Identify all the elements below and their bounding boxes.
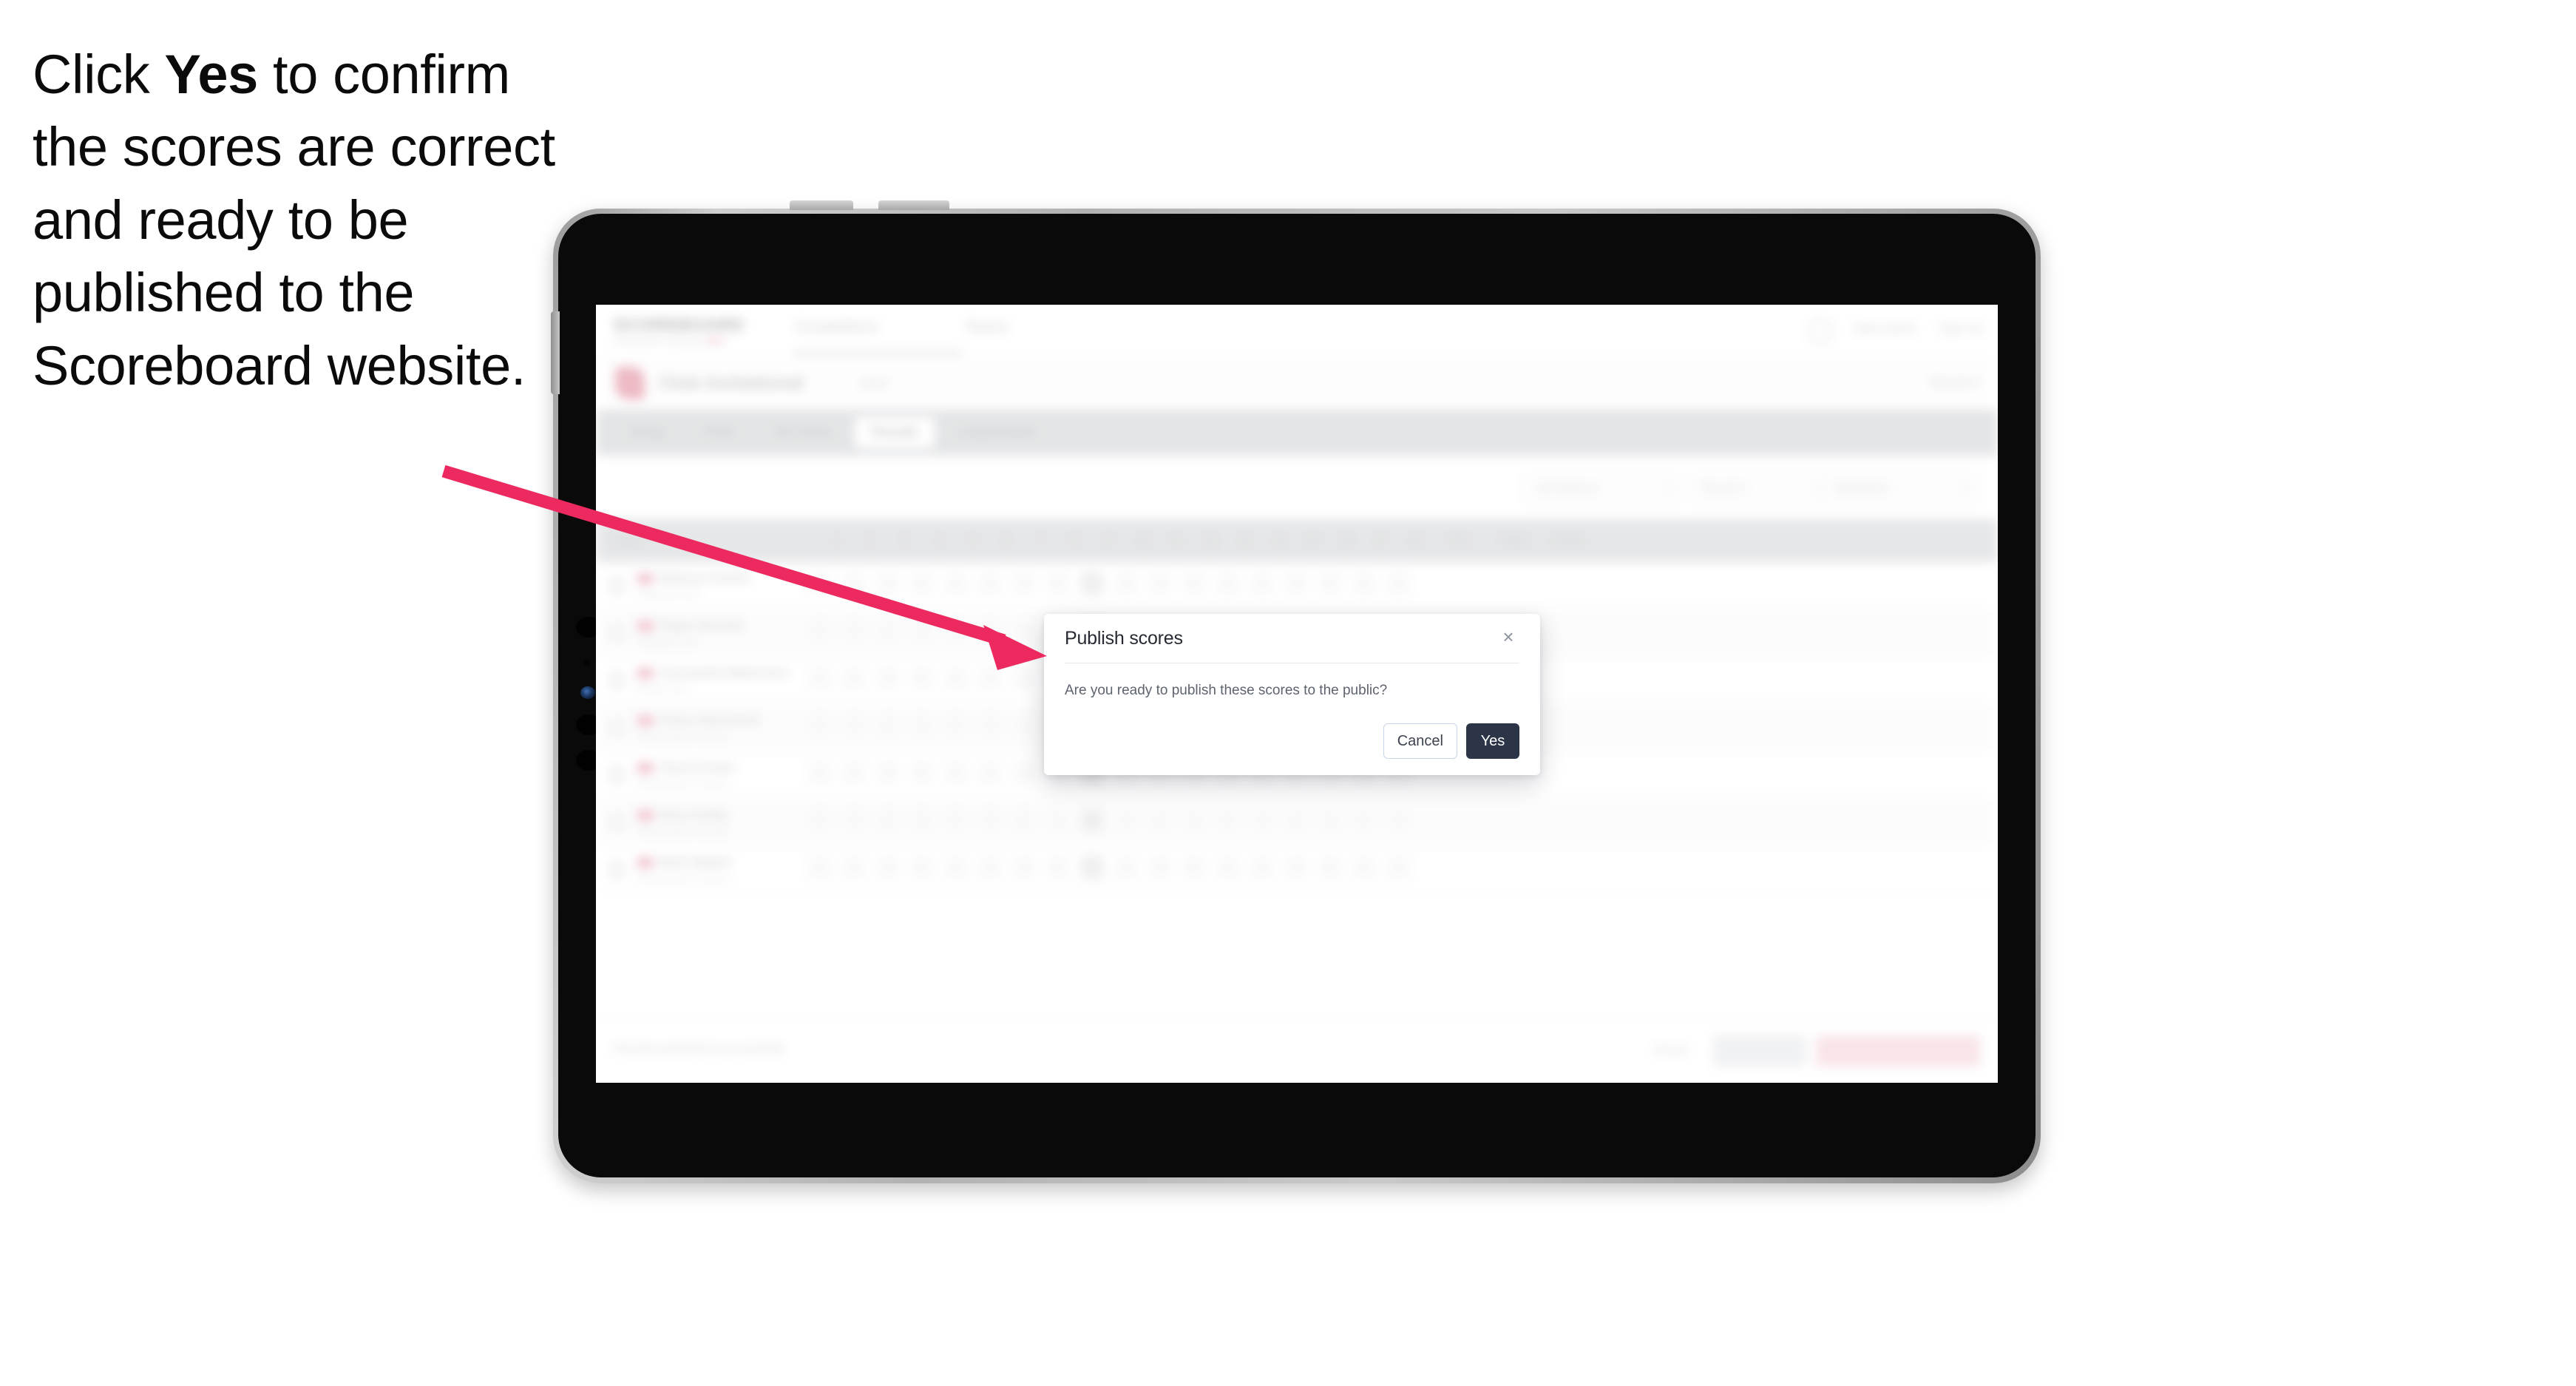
tablet-top-button-b[interactable] [878, 200, 949, 210]
tablet-top-button-a[interactable] [790, 200, 853, 210]
dialog-body-text: Are you ready to publish these scores to… [1065, 683, 1388, 698]
dialog-footer: Cancel Yes [1383, 723, 1519, 759]
dialog-title: Publish scores [1065, 627, 1183, 649]
publish-scores-dialog: Publish scores × Are you ready to publis… [1044, 614, 1540, 775]
dialog-header: Publish scores × [1065, 614, 1519, 663]
tablet-screen: SCOREBOARD Tournament scoring by Golf Co… [596, 305, 1998, 1083]
instruction-emphasis: Yes [164, 44, 258, 105]
tablet-volume-button[interactable] [551, 311, 560, 394]
front-camera-icon [580, 686, 595, 699]
yes-button[interactable]: Yes [1466, 723, 1519, 759]
instruction-text-before: Click [33, 44, 165, 105]
close-icon[interactable]: × [1497, 626, 1519, 648]
instruction-caption: Click Yes to confirm the scores are corr… [33, 38, 594, 402]
cancel-button[interactable]: Cancel [1383, 723, 1457, 759]
sensor-dot-icon [583, 660, 590, 666]
